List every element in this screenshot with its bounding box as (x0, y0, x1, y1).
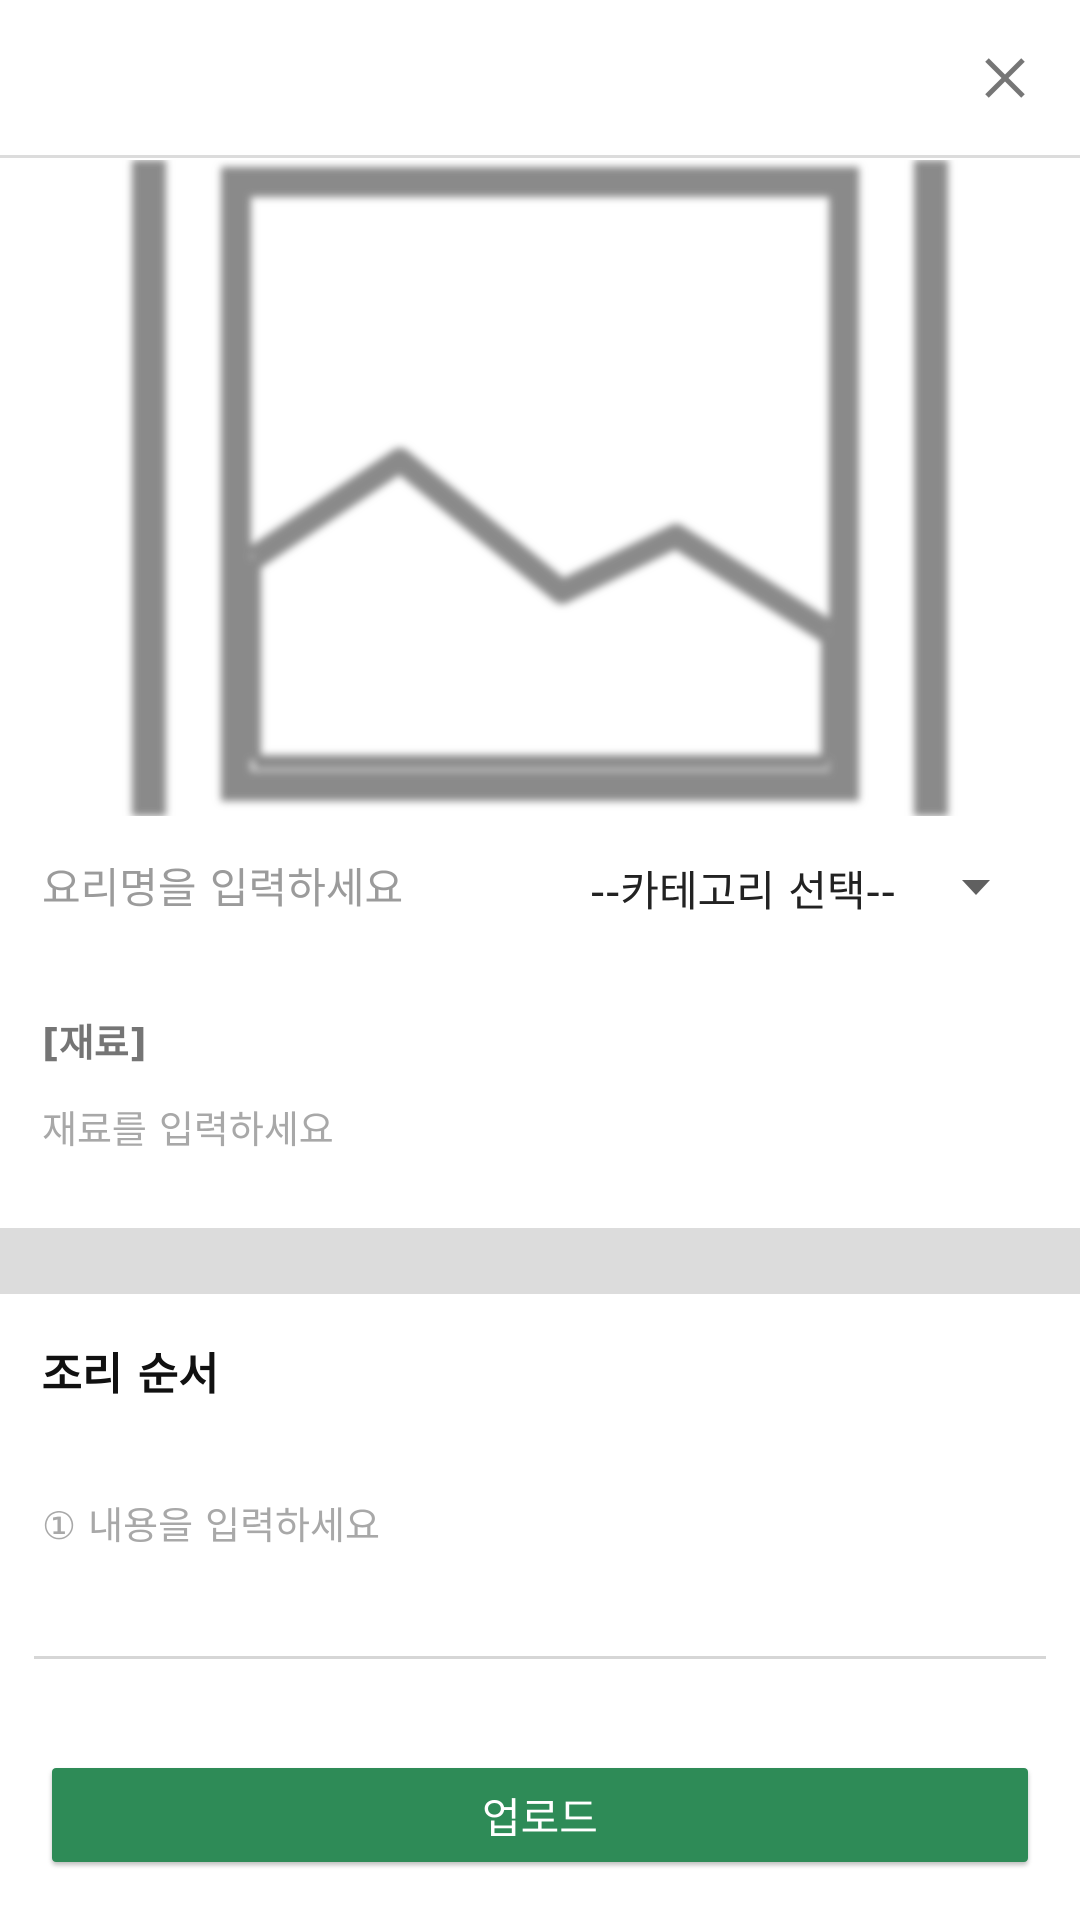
ingredients-input[interactable] (42, 1098, 1042, 1162)
ingredients-heading: [재료] (42, 1021, 147, 1065)
image-placeholder-icon (132, 160, 948, 816)
step-divider (34, 1656, 1046, 1659)
close-button[interactable] (972, 36, 1038, 120)
category-selected-value: --카테고리 선택-- (590, 866, 896, 916)
cooking-steps-heading: 조리 순서 (42, 1349, 220, 1400)
recipe-photo-picker[interactable] (0, 160, 1080, 816)
category-dropdown[interactable]: --카테고리 선택-- (590, 850, 1010, 926)
upload-button[interactable]: 업로드 (52, 1768, 1028, 1862)
step-1-input[interactable] (42, 1494, 1042, 1558)
section-separator (0, 1228, 1080, 1294)
dish-name-input[interactable] (42, 850, 562, 926)
close-icon (985, 58, 1025, 98)
top-bar (0, 0, 1080, 158)
caret-down-icon (962, 880, 990, 895)
